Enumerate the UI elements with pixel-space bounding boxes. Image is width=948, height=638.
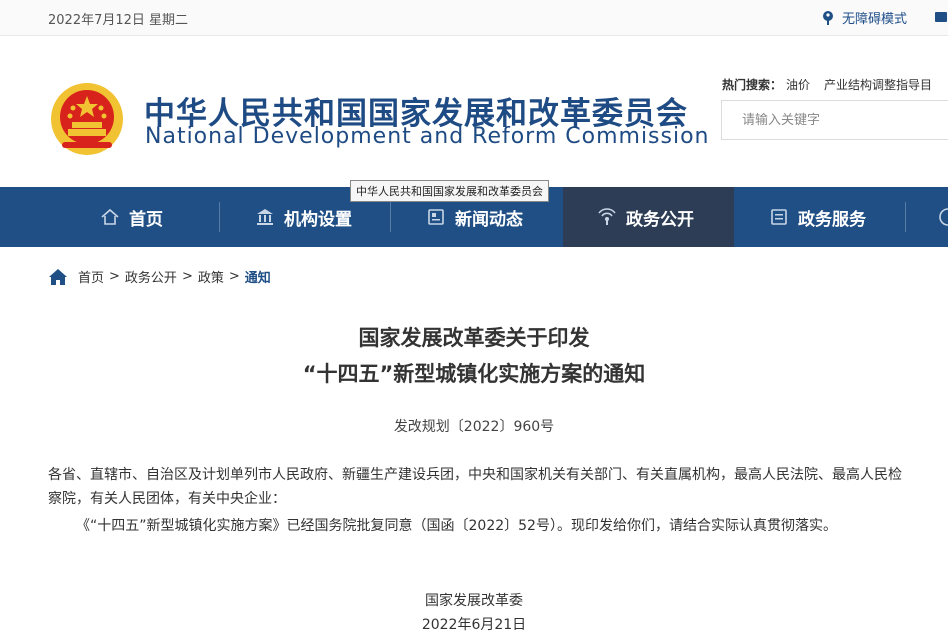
nav-item-services[interactable]: 政务服务: [769, 187, 866, 247]
hot-search-item[interactable]: 产业结构调整指导目: [824, 78, 932, 92]
search-box: [721, 100, 948, 140]
breadcrumb-item[interactable]: 首页: [78, 267, 104, 286]
nav-item-label: 政务公开: [626, 209, 694, 230]
article-signer: 国家发展改革委: [425, 593, 523, 609]
top-utility-bar: 2022年7月12日 星期二 无障碍模式: [0, 0, 948, 36]
service-icon: [771, 209, 787, 225]
breadcrumb-separator: >: [228, 269, 240, 284]
accessibility-mode-label: 无障碍模式: [842, 12, 908, 27]
home-icon[interactable]: [48, 268, 68, 286]
article-sign-date: 2022年6月21日: [421, 617, 527, 633]
nav-item-label: 首页: [129, 209, 163, 230]
breadcrumb: 首页 > 政务公开 > 政策 > 通知: [48, 267, 271, 286]
accessibility-icon: [823, 10, 833, 25]
current-date: 2022年7月12日 星期二: [48, 13, 189, 28]
article-paragraph: 各省、直辖市、自治区及计划单列市人民政府、新疆生产建设兵团，中央和国家机关有关部…: [48, 467, 902, 507]
breadcrumb-current: 通知: [244, 271, 271, 286]
tooltip: 中华人民共和国国家发展和改革委员会: [350, 180, 549, 202]
site-title-english: National Development and Reform Commissi…: [145, 124, 710, 149]
nav-divider: [219, 202, 220, 232]
site-header: 中华人民共和国国家发展和改革委员会 National Development a…: [0, 36, 948, 187]
article-title-line-2: “十四五”新型城镇化实施方案的通知: [302, 362, 646, 386]
hot-search-item[interactable]: 油价: [786, 78, 810, 92]
nav-item-label: 政务服务: [798, 209, 866, 230]
article-title-line-1: 国家发展改革委关于印发: [358, 326, 590, 350]
nav-item-home[interactable]: 首页: [100, 187, 163, 247]
search-input[interactable]: [722, 101, 942, 139]
breadcrumb-item[interactable]: 政策: [198, 267, 224, 286]
news-icon: [428, 209, 444, 225]
nav-item-label: 机构设置: [284, 209, 352, 230]
more-icon[interactable]: [938, 207, 948, 227]
institution-icon: [257, 209, 273, 225]
nav-divider: [390, 202, 391, 232]
home-icon: [101, 208, 119, 225]
nav-item-institutions[interactable]: 机构设置: [255, 187, 352, 247]
breadcrumb-separator: >: [181, 269, 193, 284]
broadcast-icon: [598, 208, 616, 225]
accessibility-mode-link[interactable]: 无障碍模式: [820, 8, 907, 27]
document-number: 发改规划〔2022〕960号: [393, 419, 555, 435]
article-paragraph: 《“十四五”新型城镇化实施方案》已经国务院批复同意（国函〔2022〕52号）。现…: [76, 518, 837, 534]
nav-divider: [905, 202, 906, 232]
hot-search-label: 热门搜索：: [722, 78, 783, 92]
hot-search: 热门搜索： 油价 产业结构调整指导目: [722, 76, 942, 93]
breadcrumb-item[interactable]: 政务公开: [125, 267, 177, 286]
national-emblem-icon[interactable]: [48, 80, 126, 158]
message-icon[interactable]: [934, 10, 948, 24]
nav-item-label: 新闻动态: [455, 209, 523, 230]
nav-item-government-affairs[interactable]: 政务公开: [563, 187, 734, 247]
breadcrumb-separator: >: [109, 269, 120, 284]
